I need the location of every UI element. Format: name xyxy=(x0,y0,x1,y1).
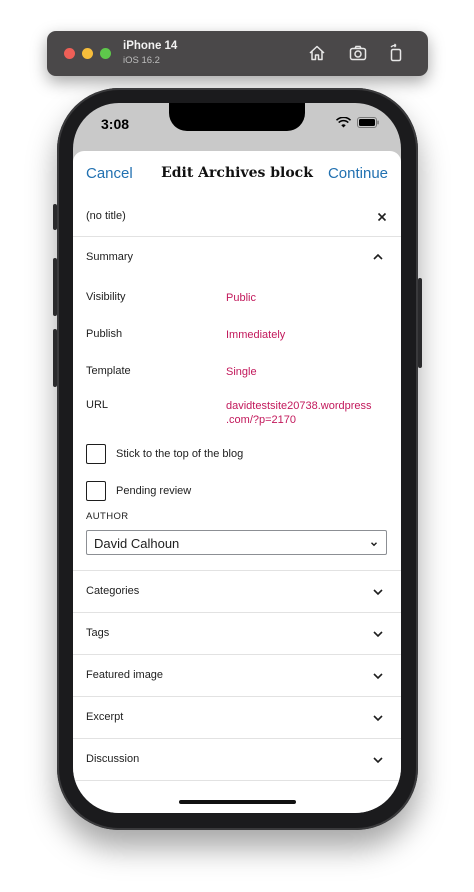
visibility-value[interactable]: Public xyxy=(226,291,256,305)
panel-label: Tags xyxy=(86,627,110,639)
pending-review-checkbox[interactable] xyxy=(86,481,106,501)
screenshot-icon[interactable] xyxy=(347,42,369,64)
os-version: iOS 16.2 xyxy=(123,55,160,66)
dynamic-notch xyxy=(169,103,305,131)
minimize-window-button[interactable] xyxy=(82,48,93,59)
wifi-icon xyxy=(336,117,351,128)
author-select[interactable]: David Calhoun xyxy=(86,530,387,555)
close-window-button[interactable] xyxy=(64,48,75,59)
panel-featured-image[interactable]: Featured image xyxy=(73,655,401,697)
url-value-line-2: .com/?p=2170 xyxy=(226,414,297,426)
zoom-window-button[interactable] xyxy=(100,48,111,59)
panel-tags[interactable]: Tags xyxy=(73,613,401,655)
panel-label: Discussion xyxy=(86,753,140,765)
simulator-toolbar: iPhone 14 iOS 16.2 xyxy=(47,31,428,76)
divider xyxy=(73,780,401,781)
post-title-field[interactable]: (no title) xyxy=(86,210,126,222)
panel-excerpt[interactable]: Excerpt xyxy=(73,697,401,739)
author-select-value: David Calhoun xyxy=(94,536,180,551)
chevron-down-icon xyxy=(368,537,380,549)
chevron-down-icon xyxy=(371,585,385,599)
silent-switch xyxy=(53,204,57,230)
chevron-up-icon[interactable] xyxy=(371,250,385,264)
publish-label: Publish xyxy=(86,328,123,340)
chevron-down-icon xyxy=(371,669,385,683)
url-value-line-1: davidtestsite20738.wordpress xyxy=(226,400,372,412)
continue-button[interactable]: Continue xyxy=(328,165,388,182)
panel-label: Featured image xyxy=(86,669,164,681)
edit-block-sheet: Cancel Edit Archives block Continue (no … xyxy=(73,151,401,813)
summary-heading[interactable]: Summary xyxy=(86,251,133,263)
home-icon[interactable] xyxy=(306,42,328,64)
panel-label: Excerpt xyxy=(86,711,124,723)
visibility-label: Visibility xyxy=(86,291,126,303)
device-name: iPhone 14 xyxy=(123,40,178,52)
pending-review-label: Pending review xyxy=(116,485,192,497)
url-label: URL xyxy=(86,399,109,411)
chevron-down-icon xyxy=(371,627,385,641)
sticky-label: Stick to the top of the blog xyxy=(116,448,244,460)
battery-icon xyxy=(357,117,379,128)
status-icons xyxy=(336,117,379,128)
divider xyxy=(73,236,401,237)
sticky-checkbox[interactable] xyxy=(86,444,106,464)
volume-down-button xyxy=(53,329,57,387)
url-value[interactable]: davidtestsite20738.wordpress .com/?p=217… xyxy=(226,399,372,427)
navigation-bar: Cancel Edit Archives block Continue xyxy=(73,151,401,199)
volume-up-button xyxy=(53,258,57,316)
status-time: 3:08 xyxy=(101,116,130,132)
panel-label: Categories xyxy=(86,585,140,597)
chevron-down-icon xyxy=(371,753,385,767)
author-heading: AUTHOR xyxy=(86,511,129,522)
publish-value[interactable]: Immediately xyxy=(226,328,285,342)
device-screen: 3:08 Cancel Edit Archives block Continue… xyxy=(73,103,401,813)
panel-discussion[interactable]: Discussion xyxy=(73,739,401,781)
template-value[interactable]: Single xyxy=(226,365,257,379)
close-icon[interactable] xyxy=(376,210,388,222)
home-indicator[interactable] xyxy=(179,800,296,804)
panel-categories[interactable]: Categories xyxy=(73,571,401,613)
chevron-down-icon xyxy=(371,711,385,725)
rotate-icon[interactable] xyxy=(385,42,407,64)
template-label: Template xyxy=(86,365,131,377)
power-button xyxy=(418,278,422,368)
